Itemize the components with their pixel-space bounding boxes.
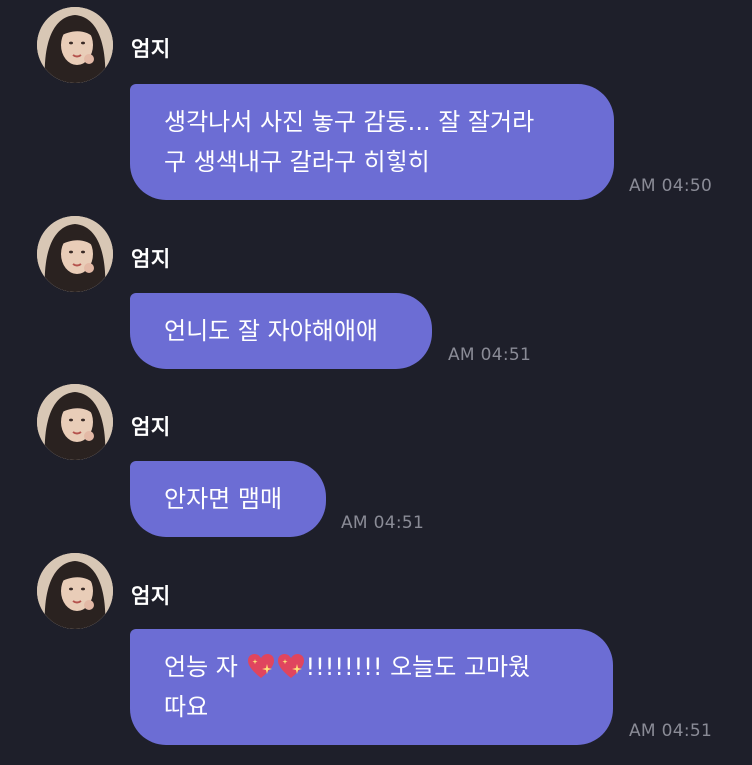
- message-timestamp: AM 04:51: [629, 721, 713, 741]
- avatar[interactable]: [37, 384, 113, 460]
- message-text: 언능 자: [164, 653, 246, 681]
- message-timestamp: AM 04:50: [629, 176, 713, 196]
- sender-name: 엄지: [131, 584, 171, 608]
- message-timestamp: AM 04:51: [341, 513, 425, 533]
- sender-name: 엄지: [131, 37, 171, 61]
- message-text: !!!!!!!! 오늘도 고마웠: [305, 653, 531, 681]
- avatar[interactable]: [37, 216, 113, 292]
- message-text-line: 언니도 잘 자야해애애: [164, 317, 378, 345]
- message-text-line: 안자면 맴매: [164, 485, 283, 513]
- chat-window: 엄지 생각나서 사진 놓구 감둥... 잘 잘거라 구 생색내구 갈라구 히힣히…: [0, 0, 752, 765]
- message-text-line: 언능 자 !!!!!!!! 오늘도 고마웠: [164, 647, 579, 687]
- avatar[interactable]: [37, 553, 113, 629]
- message-text-line: 생각나서 사진 놓구 감둥... 잘 잘거라: [164, 108, 535, 136]
- message-bubble[interactable]: 언능 자 !!!!!!!! 오늘도 고마웠 따요: [130, 629, 613, 745]
- sparkling-heart-icon: [247, 651, 275, 678]
- sparkling-heart-icon: [277, 651, 305, 678]
- message-text-line: 구 생색내구 갈라구 히힣히: [164, 148, 430, 176]
- message-text-line: 따요: [164, 693, 209, 721]
- message-bubble[interactable]: 언니도 잘 자야해애애: [130, 293, 432, 369]
- message-bubble[interactable]: 생각나서 사진 놓구 감둥... 잘 잘거라 구 생색내구 갈라구 히힣히: [130, 84, 614, 200]
- avatar[interactable]: [37, 7, 113, 83]
- message-timestamp: AM 04:51: [448, 345, 532, 365]
- message-bubble[interactable]: 안자면 맴매: [130, 461, 326, 537]
- sender-name: 엄지: [131, 247, 171, 271]
- sender-name: 엄지: [131, 415, 171, 439]
